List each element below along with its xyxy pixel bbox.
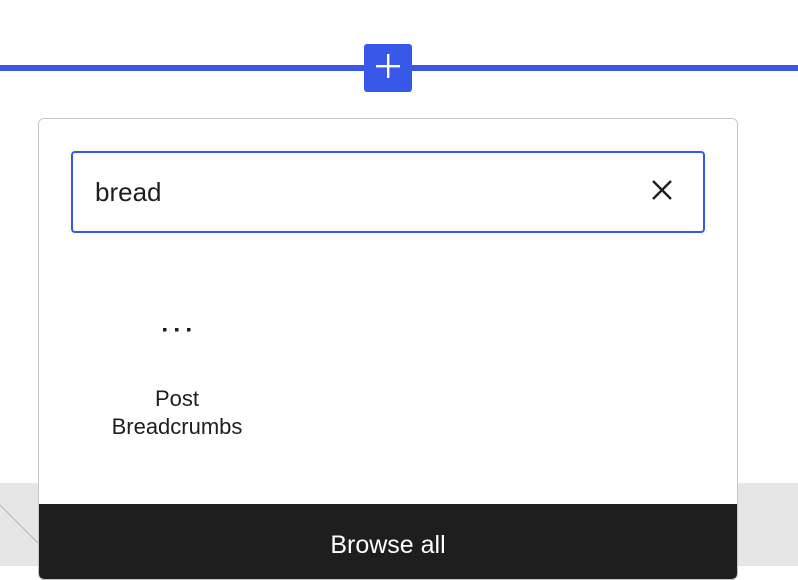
browse-all-button[interactable]: Browse all <box>39 504 737 579</box>
block-result-label: Post Breadcrumbs <box>111 386 243 439</box>
block-inserter-popover: Post Breadcrumbs Browse all <box>38 118 738 580</box>
search-box <box>71 151 705 233</box>
block-result-post-breadcrumbs[interactable]: Post Breadcrumbs <box>91 299 263 449</box>
search-input[interactable] <box>95 153 635 231</box>
plus-icon <box>374 52 402 85</box>
more-horizontal-icon <box>153 305 201 353</box>
add-block-button[interactable] <box>364 44 412 92</box>
clear-search-button[interactable] <box>641 171 683 213</box>
close-icon <box>651 179 673 206</box>
